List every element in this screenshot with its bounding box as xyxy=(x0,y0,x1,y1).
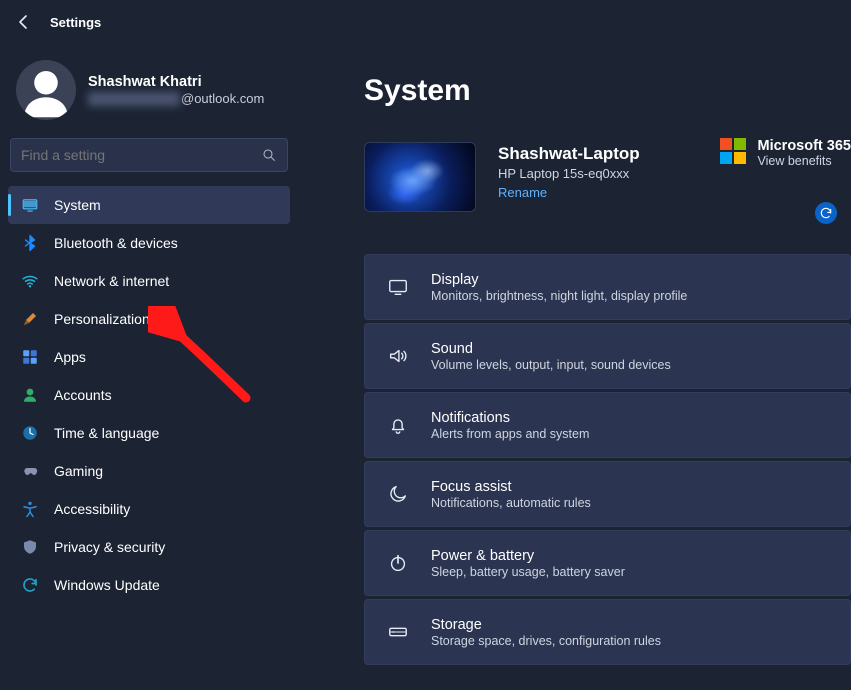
sidebar-item-label: Bluetooth & devices xyxy=(54,235,178,251)
gamepad-icon xyxy=(20,461,40,481)
user-name: Shashwat Khatri xyxy=(88,74,264,90)
tile-title: Sound xyxy=(431,341,671,357)
monitor-icon xyxy=(20,195,40,215)
tile-subtitle: Storage space, drives, configuration rul… xyxy=(431,634,661,648)
tile-title: Notifications xyxy=(431,410,589,426)
sidebar-item-label: System xyxy=(54,197,101,213)
sidebar-item-label: Apps xyxy=(54,349,86,365)
tile-notifications[interactable]: Notifications Alerts from apps and syste… xyxy=(364,392,851,458)
onedrive-sync-button[interactable] xyxy=(815,202,837,224)
arrow-left-icon xyxy=(12,10,36,34)
sidebar-item-label: Personalization xyxy=(54,311,150,327)
tile-power[interactable]: Power & battery Sleep, battery usage, ba… xyxy=(364,530,851,596)
sidebar-item-label: Time & language xyxy=(54,425,159,441)
wifi-icon xyxy=(20,271,40,291)
tile-sound[interactable]: Sound Volume levels, output, input, soun… xyxy=(364,323,851,389)
search-icon xyxy=(261,147,277,163)
window-header: Settings xyxy=(0,0,851,44)
tile-title: Power & battery xyxy=(431,548,625,564)
sidebar-item-label: Accounts xyxy=(54,387,112,403)
bell-icon xyxy=(385,412,411,438)
tile-display[interactable]: Display Monitors, brightness, night ligh… xyxy=(364,254,851,320)
device-summary: Shashwat-Laptop HP Laptop 15s-eq0xxx Ren… xyxy=(364,142,851,212)
tile-title: Storage xyxy=(431,617,661,633)
paintbrush-icon xyxy=(20,309,40,329)
tile-title: Focus assist xyxy=(431,479,591,495)
tile-subtitle: Monitors, brightness, night light, displ… xyxy=(431,289,687,303)
rename-link[interactable]: Rename xyxy=(498,185,547,200)
power-icon xyxy=(385,550,411,576)
sidebar-item-accessibility[interactable]: Accessibility xyxy=(8,490,290,528)
ms365-block[interactable]: Microsoft 365 View benefits xyxy=(720,138,851,168)
tile-subtitle: Sleep, battery usage, battery saver xyxy=(431,565,625,579)
avatar xyxy=(16,60,76,120)
apps-icon xyxy=(20,347,40,367)
device-thumbnail[interactable] xyxy=(364,142,476,212)
sidebar-item-label: Privacy & security xyxy=(54,539,165,555)
settings-tiles: Display Monitors, brightness, night ligh… xyxy=(364,254,851,665)
ms365-title: Microsoft 365 xyxy=(758,138,851,154)
sidebar-item-time[interactable]: Time & language xyxy=(8,414,290,452)
device-model: HP Laptop 15s-eq0xxx xyxy=(498,166,843,181)
sidebar: Shashwat Khatri @outlook.com System Blue… xyxy=(0,44,298,690)
clock-globe-icon xyxy=(20,423,40,443)
sidebar-item-apps[interactable]: Apps xyxy=(8,338,290,376)
sidebar-nav: System Bluetooth & devices Network & int… xyxy=(8,186,290,604)
bluetooth-icon xyxy=(20,233,40,253)
moon-icon xyxy=(385,481,411,507)
display-icon xyxy=(385,274,411,300)
accessibility-icon xyxy=(20,499,40,519)
back-button[interactable] xyxy=(12,10,36,34)
user-block[interactable]: Shashwat Khatri @outlook.com xyxy=(8,58,290,138)
tile-subtitle: Alerts from apps and system xyxy=(431,427,589,441)
window-title: Settings xyxy=(50,15,101,30)
sidebar-item-bluetooth[interactable]: Bluetooth & devices xyxy=(8,224,290,262)
sync-icon xyxy=(20,575,40,595)
storage-icon xyxy=(385,619,411,645)
person-icon xyxy=(20,385,40,405)
tile-title: Display xyxy=(431,272,687,288)
tile-subtitle: Notifications, automatic rules xyxy=(431,496,591,510)
sidebar-item-gaming[interactable]: Gaming xyxy=(8,452,290,490)
sound-icon xyxy=(385,343,411,369)
search-input[interactable] xyxy=(21,147,261,163)
sidebar-item-privacy[interactable]: Privacy & security xyxy=(8,528,290,566)
sidebar-item-system[interactable]: System xyxy=(8,186,290,224)
sidebar-item-personalization[interactable]: Personalization xyxy=(8,300,290,338)
microsoft-logo-icon xyxy=(720,138,746,164)
shield-icon xyxy=(20,537,40,557)
tile-subtitle: Volume levels, output, input, sound devi… xyxy=(431,358,671,372)
page-title: System xyxy=(364,74,851,108)
sidebar-item-label: Accessibility xyxy=(54,501,130,517)
main-panel: System Shashwat-Laptop HP Laptop 15s-eq0… xyxy=(298,44,851,690)
ms365-view-benefits-link[interactable]: View benefits xyxy=(758,154,851,168)
sidebar-item-label: Gaming xyxy=(54,463,103,479)
search-box[interactable] xyxy=(10,138,288,172)
sidebar-item-label: Windows Update xyxy=(54,577,160,593)
user-silhouette-icon xyxy=(17,61,75,119)
user-email: @outlook.com xyxy=(88,91,264,107)
refresh-icon xyxy=(819,206,833,220)
sidebar-item-accounts[interactable]: Accounts xyxy=(8,376,290,414)
tile-storage[interactable]: Storage Storage space, drives, configura… xyxy=(364,599,851,665)
email-redacted xyxy=(88,92,180,106)
sidebar-item-update[interactable]: Windows Update xyxy=(8,566,290,604)
tile-focus-assist[interactable]: Focus assist Notifications, automatic ru… xyxy=(364,461,851,527)
sidebar-item-network[interactable]: Network & internet xyxy=(8,262,290,300)
sidebar-item-label: Network & internet xyxy=(54,273,169,289)
